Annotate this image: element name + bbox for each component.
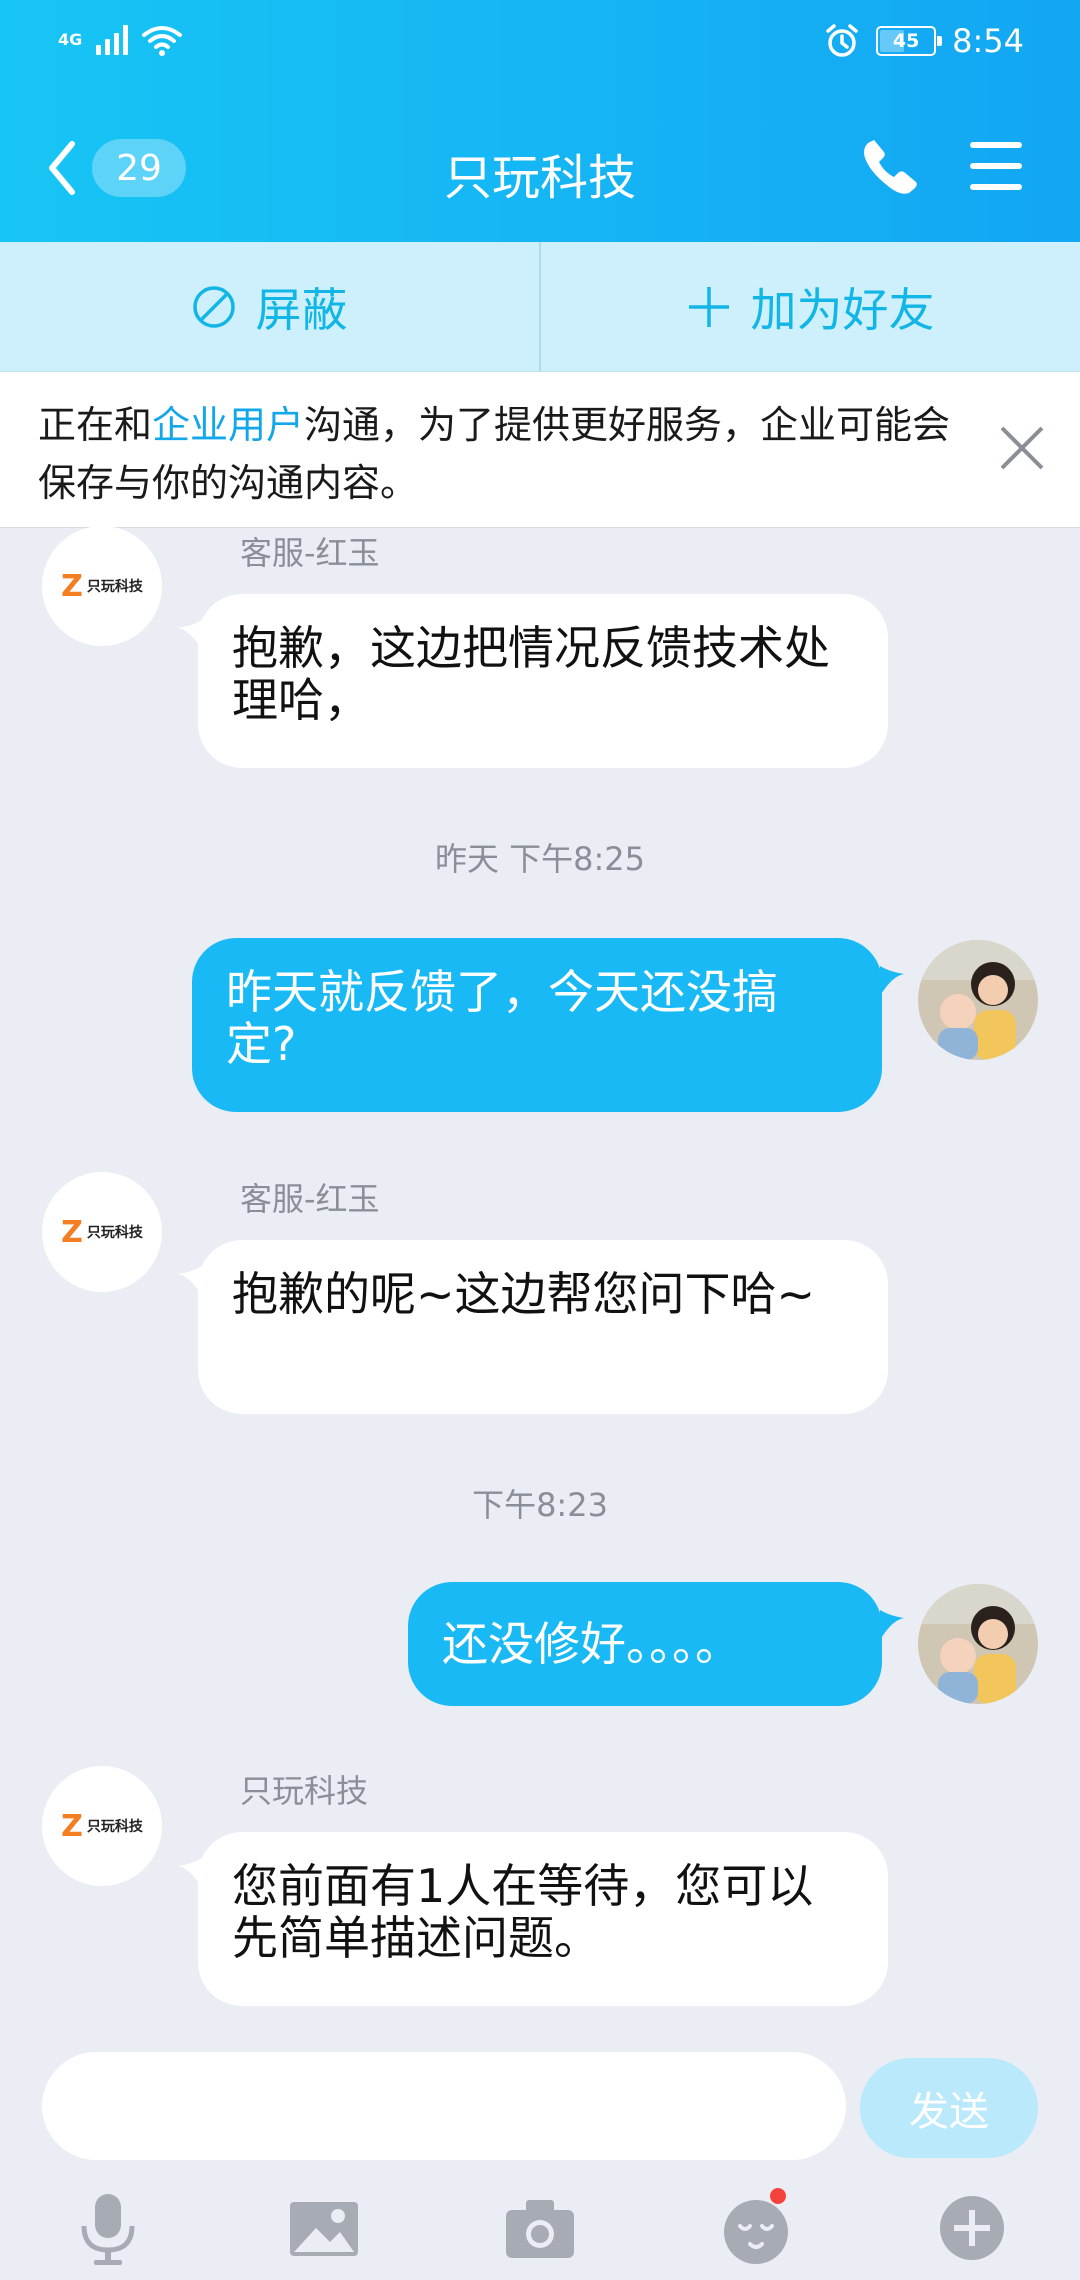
- bubble-tail: [880, 966, 904, 996]
- message-bubble[interactable]: 您前面有1人在等待，您可以先简单描述问题。: [198, 1832, 888, 2006]
- timestamp: 昨天 下午8:25: [434, 840, 646, 878]
- sender-name: 客服-红玉: [240, 1180, 380, 1218]
- logo-text: 只玩科技: [86, 1819, 143, 1835]
- clock: 8:54: [952, 22, 1024, 60]
- camera-icon: [506, 2200, 574, 2258]
- more-button[interactable]: [932, 2188, 1012, 2268]
- avatar[interactable]: Z 只玩科技: [42, 526, 162, 646]
- image-button[interactable]: [284, 2188, 364, 2268]
- menu-button[interactable]: [966, 138, 1026, 194]
- phone-icon: [864, 140, 917, 194]
- message-bubble[interactable]: 还没修好。。。。: [408, 1582, 882, 1706]
- voice-button[interactable]: [68, 2188, 148, 2268]
- block-button[interactable]: 屏蔽: [0, 242, 539, 371]
- logo-icon: Z: [61, 568, 83, 604]
- block-icon: [192, 285, 235, 328]
- enterprise-user-link[interactable]: 企业用户: [152, 403, 304, 447]
- image-icon: [290, 2202, 358, 2256]
- logo-text: 只玩科技: [86, 579, 143, 595]
- logo-icon: Z: [61, 1808, 83, 1844]
- header: 4G 45 8:54 29 只玩科技: [0, 0, 1080, 242]
- user-avatar[interactable]: [918, 940, 1038, 1060]
- bubble-tail: [880, 1610, 904, 1640]
- sender-name: 客服-红玉: [240, 534, 380, 572]
- user-avatar[interactable]: [918, 1584, 1038, 1704]
- action-bar: 屏蔽 加为好友: [0, 242, 1080, 372]
- message-bubble[interactable]: 抱歉，这边把情况反馈技术处理哈，: [198, 594, 888, 768]
- input-bar: 发送: [0, 2040, 1080, 2280]
- toolbar: [0, 2180, 1080, 2280]
- message-bubble[interactable]: 昨天就反馈了，今天还没搞定?: [192, 938, 882, 1112]
- message-input[interactable]: [42, 2052, 846, 2160]
- avatar[interactable]: Z 只玩科技: [42, 1766, 162, 1886]
- status-right: 45 8:54: [824, 22, 1024, 60]
- timestamp: 下午8:23: [472, 1486, 608, 1524]
- status-bar: 4G 45 8:54: [0, 0, 1080, 92]
- emoji-button[interactable]: [716, 2188, 796, 2268]
- add-friend-button[interactable]: 加为好友: [541, 242, 1080, 371]
- block-label: 屏蔽: [255, 282, 348, 337]
- alarm-icon: [826, 24, 858, 57]
- microphone-icon: [81, 2194, 135, 2265]
- close-icon: [1000, 426, 1044, 470]
- send-button[interactable]: 发送: [860, 2058, 1038, 2158]
- menu-icon: [970, 142, 1022, 190]
- call-button[interactable]: [860, 136, 920, 196]
- signal-icon: [96, 25, 129, 55]
- plus-circle-icon: [940, 2196, 1004, 2260]
- logo-icon: Z: [61, 1214, 83, 1250]
- plus-icon: [688, 286, 729, 327]
- notice-text-before: 正在和: [38, 403, 153, 447]
- battery-level: 45: [892, 30, 920, 52]
- battery-icon: 45: [876, 26, 943, 56]
- privacy-notice: 正在和企业用户沟通，为了提供更好服务，企业可能会保存与你的沟通内容。: [0, 372, 1080, 528]
- logo-text: 只玩科技: [86, 1225, 143, 1241]
- avatar[interactable]: Z 只玩科技: [42, 1172, 162, 1292]
- network-type: 4G: [58, 30, 83, 49]
- add-friend-label: 加为好友: [750, 282, 935, 337]
- message-bubble[interactable]: 抱歉的呢~这边帮您问下哈~: [198, 1240, 888, 1414]
- camera-button[interactable]: [500, 2188, 580, 2268]
- sender-name: 只玩科技: [240, 1772, 369, 1810]
- signal-group: 4G: [58, 24, 183, 56]
- notice-close-button[interactable]: [998, 424, 1046, 472]
- wifi-icon: [142, 26, 183, 56]
- title-bar: 29 只玩科技: [0, 92, 1080, 242]
- notification-dot: [770, 2188, 786, 2204]
